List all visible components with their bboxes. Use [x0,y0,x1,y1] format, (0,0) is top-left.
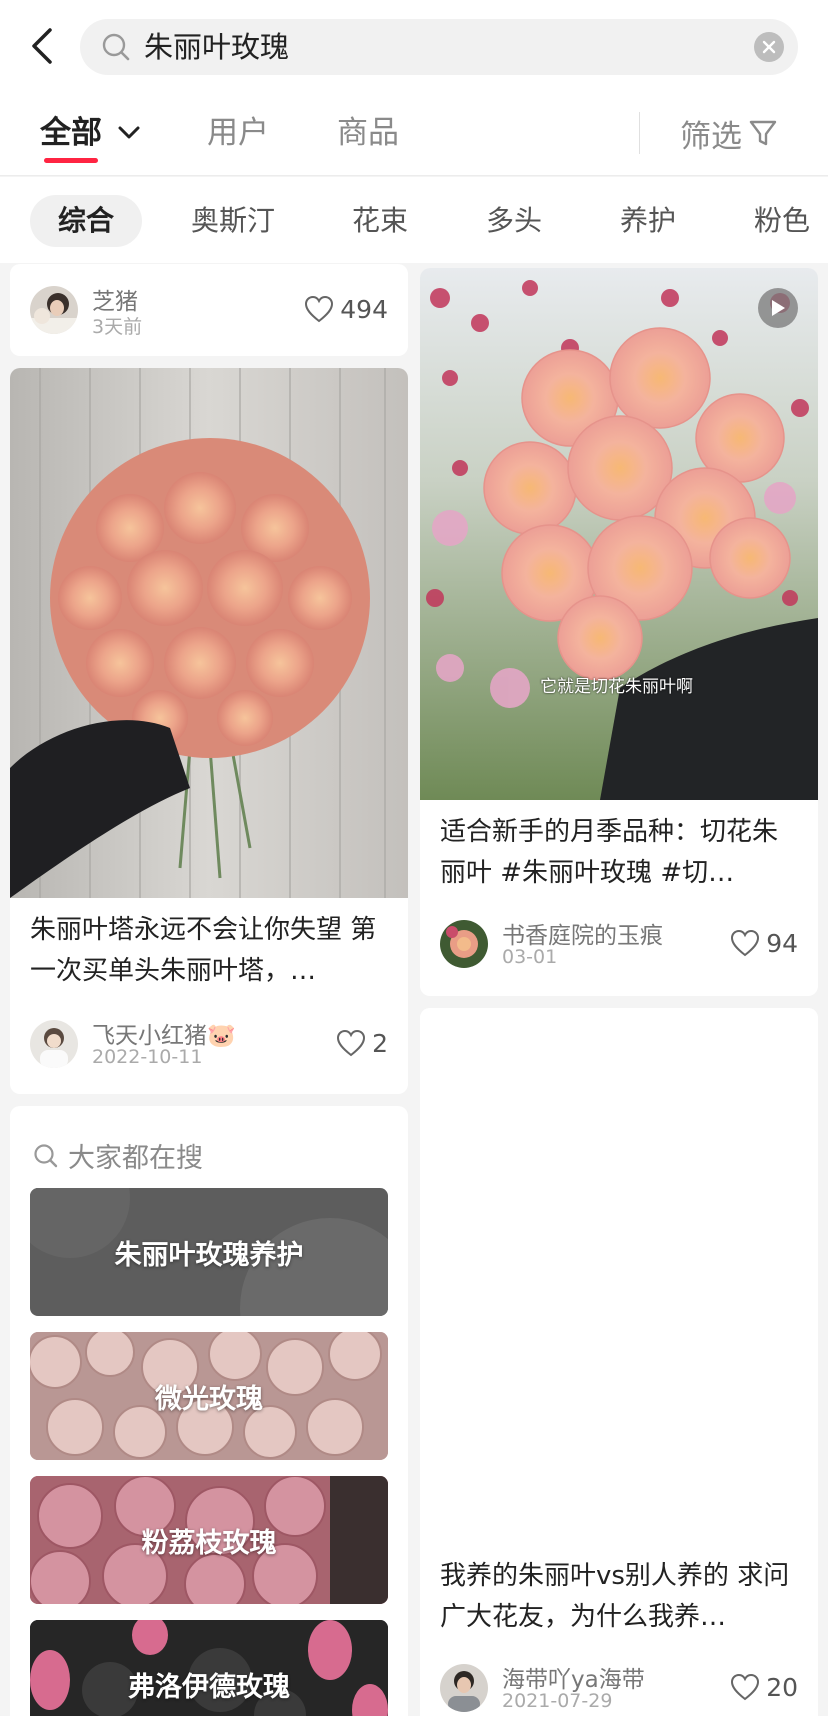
like-button[interactable]: 2 [336,1026,388,1060]
like-button[interactable]: 94 [730,926,798,960]
trending-title: 大家都在搜 [68,1143,203,1174]
trending-label: 弗洛伊德玫瑰 [128,1671,290,1703]
chip-pink[interactable]: 粉色 [754,195,810,247]
tab-goods[interactable]: 商品 [337,92,399,174]
filter-icon [749,120,777,146]
close-icon [762,40,776,54]
note-cover-image[interactable] [10,368,408,898]
trending-item[interactable]: 弗洛伊德玫瑰 [30,1620,388,1716]
chip-bouquet[interactable]: 花束 [352,195,408,247]
trending-searches: 大家都在搜 朱丽叶玫瑰养护 微光玫瑰 粉荔枝玫瑰 弗洛伊德玫瑰 [10,1106,408,1716]
trending-label: 微光玫瑰 [155,1383,263,1415]
note-card[interactable]: 它就是切花朱丽叶啊 适合新手的月季品种：切花朱丽叶 #朱丽叶玫瑰 #切… 书香庭… [420,268,818,996]
like-count: 2 [372,1028,388,1058]
avatar[interactable] [440,1664,488,1712]
author-row: 海带吖ya海带 2021-07-29 20 [440,1660,798,1716]
filter-button[interactable]: 筛选 [680,92,778,174]
like-count: 20 [766,1672,798,1702]
like-count: 94 [766,928,798,958]
chip-austin[interactable]: 奥斯汀 [191,195,275,247]
avatar[interactable] [30,1020,78,1068]
trending-label: 粉荔枝玫瑰 [141,1527,277,1559]
heart-icon [305,295,334,323]
chip-multi-head[interactable]: 多头 [486,195,542,247]
author-name: 书香庭院的玉痕 [502,923,663,949]
note-card[interactable]: 朱丽叶塔永远不会让你失望 第一次买单头朱丽叶塔，… 飞天小红猪🐷 2022-10… [10,368,408,1094]
post-time: 03-01 [502,946,558,968]
note-cover-video[interactable] [420,268,818,800]
author-row: 飞天小红猪🐷 2022-10-11 2 [30,1016,388,1072]
heart-icon [731,929,760,957]
like-count: 494 [340,294,388,324]
trending-item[interactable]: 朱丽叶玫瑰养护 [30,1188,388,1316]
author-row: 芝猪 3天前 494 [30,282,388,338]
note-title[interactable]: 我养的朱丽叶vs别人养的 求问广大花友，为什么我养… [440,1556,802,1638]
like-button[interactable]: 20 [730,1670,798,1704]
note-cover-image[interactable] [420,1008,818,1548]
author-row: 书香庭院的玉痕 03-01 94 [440,916,798,972]
trending-item[interactable]: 粉荔枝玫瑰 [30,1476,388,1604]
avatar[interactable] [440,920,488,968]
chevron-down-icon[interactable] [116,122,142,144]
author-name: 海带吖ya海带 [502,1667,645,1693]
search-input[interactable]: 朱丽叶玫瑰 [80,19,798,75]
post-time: 3天前 [92,316,143,338]
note-card[interactable]: 我养的朱丽叶vs别人养的 求问广大花友，为什么我养… 海带吖ya海带 2021-… [420,1008,818,1716]
note-card[interactable]: 芝猪 3天前 494 [10,264,408,356]
chip-comprehensive[interactable]: 综合 [30,195,143,247]
active-tab-indicator [44,158,98,163]
post-time: 2021-07-29 [502,1690,613,1712]
trending-item[interactable]: 微光玫瑰 [30,1332,388,1460]
note-title[interactable]: 朱丽叶塔永远不会让你失望 第一次买单头朱丽叶塔，… [30,910,392,992]
search-query: 朱丽叶玫瑰 [144,30,290,64]
filter-chips: 综合 奥斯汀 花束 多头 养护 粉色 [0,177,828,263]
top-bar: 朱丽叶玫瑰 [0,0,828,92]
play-icon [772,300,785,316]
play-button[interactable] [758,288,798,328]
category-tabs: 全部 用户 商品 筛选 [0,92,828,176]
trending-header: 大家都在搜 [32,1136,203,1175]
chip-care[interactable]: 养护 [620,195,676,247]
back-arrow-icon [32,28,52,64]
like-button[interactable]: 494 [304,292,388,326]
author-name: 飞天小红猪🐷 [92,1023,236,1049]
search-icon [102,33,130,61]
clear-search-button[interactable] [754,32,784,62]
post-time: 2022-10-11 [92,1046,203,1068]
search-results-page: 朱丽叶玫瑰 全部 用户 商品 筛选 综合 奥斯汀 花束 多头 养护 粉色 芝猪 … [0,0,828,1716]
trending-label: 朱丽叶玫瑰养护 [114,1239,304,1271]
video-caption: 它就是切花朱丽叶啊 [540,677,693,697]
tab-users[interactable]: 用户 [207,92,269,174]
heart-icon [337,1029,366,1057]
filter-label: 筛选 [680,118,742,155]
avatar[interactable] [30,286,78,334]
note-title[interactable]: 适合新手的月季品种：切花朱丽叶 #朱丽叶玫瑰 #切… [440,812,802,894]
back-button[interactable] [22,22,62,70]
author-name: 芝猪 [92,289,138,315]
heart-icon [731,1673,760,1701]
tab-divider [639,112,640,154]
search-icon [34,1143,58,1167]
